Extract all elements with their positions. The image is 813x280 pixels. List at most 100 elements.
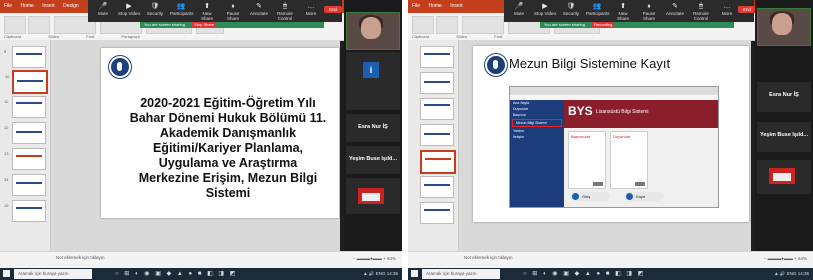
store-icon[interactable]: ◆ xyxy=(167,271,172,277)
zoom-icon[interactable]: ◨ xyxy=(218,271,224,277)
participant-tile[interactable]: Esra Nur İŞ xyxy=(346,114,400,142)
participant-tile[interactable] xyxy=(346,178,400,214)
current-slide[interactable]: Mezun Bilgi Sistemine Kayıt Ana Sayfa Du… xyxy=(473,46,749,222)
slide-thumbnail[interactable]: 9 xyxy=(4,46,46,68)
new-share-button[interactable]: ⬆ New Share xyxy=(196,2,218,21)
participant-tile[interactable]: Yeşim Buse Işıld... xyxy=(346,146,400,174)
slide-thumbnail[interactable] xyxy=(420,202,454,224)
tab-insert[interactable]: Insert xyxy=(42,3,55,9)
app-icon[interactable]: ◩ xyxy=(638,271,644,277)
app-icon[interactable]: ■ xyxy=(198,271,202,277)
remote-control-button[interactable]: 🖱 Remote Control xyxy=(690,2,712,21)
tab-home[interactable]: Home xyxy=(428,3,441,9)
more-button[interactable]: … More xyxy=(300,2,322,16)
end-button[interactable]: End xyxy=(324,6,342,13)
taskbar-search[interactable]: Aramak için buraya yazın xyxy=(14,269,92,279)
task-view-icon[interactable]: ⊞ xyxy=(124,271,129,277)
slide-title[interactable]: Mezun Bilgi Sistemine Kayıt xyxy=(509,56,670,71)
title-line: Eğitimi/Kariyer Planlama, xyxy=(152,141,304,155)
paste-button[interactable] xyxy=(412,16,434,34)
font-group[interactable] xyxy=(462,16,504,34)
new-share-button[interactable]: ⬆ New Share xyxy=(612,2,634,21)
slide-title[interactable]: 2020-2021 Eğitim-Öğretim Yılı Bahar Döne… xyxy=(125,96,331,201)
current-slide[interactable]: 2020-2021 Eğitim-Öğretim Yılı Bahar Döne… xyxy=(101,48,339,218)
slide-thumbnail[interactable]: 12 xyxy=(4,122,46,144)
participant-tile[interactable] xyxy=(757,160,811,194)
edge-icon[interactable]: ◐ xyxy=(543,271,547,277)
mute-button[interactable]: 🎤 Mute xyxy=(508,2,530,16)
store-icon[interactable]: ◆ xyxy=(575,271,580,277)
windows-start-icon[interactable] xyxy=(411,270,418,277)
notes-prompt[interactable]: Not eklemek için tıklayın xyxy=(56,255,105,260)
tab-file[interactable]: File xyxy=(412,3,420,9)
tab-home[interactable]: Home xyxy=(20,3,33,9)
tab-file[interactable]: File xyxy=(4,3,12,9)
participant-tile[interactable]: i xyxy=(346,52,400,110)
system-tray[interactable]: ▲ 🔊 ENG 14:35 xyxy=(774,271,809,277)
slide-canvas: 2020-2021 Eğitim-Öğretim Yılı Bahar Döne… xyxy=(51,40,340,252)
pause-share-button[interactable]: ⏸ Pause Share xyxy=(638,2,660,21)
edge-icon[interactable]: ◐ xyxy=(135,271,139,277)
powerpoint-icon[interactable]: ◧ xyxy=(207,271,213,277)
slide-thumbnail[interactable]: 13 xyxy=(4,148,46,170)
slide-thumbnail[interactable]: 11 xyxy=(4,96,46,118)
app-icon[interactable]: ◩ xyxy=(230,271,236,277)
explorer-icon[interactable]: ▣ xyxy=(155,271,161,277)
remote-control-button[interactable]: 🖱 Remote Control xyxy=(274,2,296,21)
mute-button[interactable]: 🎤 Mute xyxy=(92,2,114,16)
new-slide-button[interactable] xyxy=(436,16,458,34)
task-view-icon[interactable]: ⊞ xyxy=(532,271,537,277)
more-button[interactable]: … More xyxy=(716,2,738,16)
zoom-icon[interactable]: ◨ xyxy=(626,271,632,277)
thumb-number: 9 xyxy=(4,49,7,54)
app-icon[interactable]: ▲ xyxy=(177,271,183,277)
tab-insert[interactable]: Insert xyxy=(450,3,463,9)
annotate-button[interactable]: ✎ Annotate xyxy=(664,2,686,16)
app-icon[interactable]: ▲ xyxy=(585,271,591,277)
slide-thumbnail[interactable] xyxy=(420,124,454,146)
slide-thumbnail[interactable] xyxy=(420,72,454,94)
stop-video-button[interactable]: ▶ Stop Video xyxy=(534,2,556,16)
stop-share-button[interactable]: Stop Share xyxy=(192,22,217,27)
zoom-control[interactable]: − ▬▬▬●▬▬ + 64% xyxy=(764,256,807,261)
app-icon[interactable]: ■ xyxy=(606,271,610,277)
slide-thumbnail[interactable] xyxy=(420,46,454,68)
powerpoint-icon[interactable]: ◧ xyxy=(615,271,621,277)
slide-thumbnail-selected[interactable] xyxy=(420,150,456,174)
slide-thumbnail[interactable]: 15 xyxy=(4,200,46,222)
participant-tile[interactable]: Yeşim Buse Işıld... xyxy=(757,122,811,152)
paste-button[interactable] xyxy=(4,16,26,34)
windows-start-icon[interactable] xyxy=(3,270,10,277)
slide-thumbnail[interactable] xyxy=(420,98,454,120)
security-button[interactable]: 🛡 Security xyxy=(144,2,166,16)
new-slide-button[interactable] xyxy=(28,16,50,34)
participants-button[interactable]: 👥 Participants xyxy=(170,2,194,16)
slide-thumbnail[interactable] xyxy=(420,176,454,198)
card-title: Başvurular xyxy=(571,134,591,139)
participant-video-tile[interactable] xyxy=(346,12,400,50)
app-icon[interactable]: ● xyxy=(188,271,192,277)
security-button[interactable]: 🛡 Security xyxy=(560,2,582,16)
taskbar-search[interactable]: Aramak için buraya yazın xyxy=(422,269,500,279)
participant-tile[interactable]: Esra Nur İŞ xyxy=(757,82,811,112)
system-tray[interactable]: ▲ 🔊 ENG 14:35 xyxy=(363,271,398,277)
app-icon[interactable]: ● xyxy=(596,271,600,277)
tab-design[interactable]: Design xyxy=(63,3,79,9)
end-button[interactable]: End xyxy=(738,6,756,13)
stop-video-button[interactable]: ▶ Stop Video xyxy=(118,2,140,16)
card-title: Duyurular xyxy=(613,134,631,139)
pause-share-button[interactable]: ⏸ Pause Share xyxy=(222,2,244,21)
slide-thumbnail[interactable]: 14 xyxy=(4,174,46,196)
participants-button[interactable]: 👥 Participants xyxy=(586,2,610,16)
cortana-icon[interactable]: ○ xyxy=(115,271,119,277)
participant-video-tile[interactable] xyxy=(757,8,811,46)
chrome-icon[interactable]: ◉ xyxy=(144,271,149,277)
chrome-icon[interactable]: ◉ xyxy=(552,271,557,277)
control-label: New Share xyxy=(200,11,213,21)
annotate-button[interactable]: ✎ Annotate xyxy=(248,2,270,16)
zoom-control[interactable]: − ▬▬▬●▬▬ + 64% xyxy=(353,256,396,261)
cortana-icon[interactable]: ○ xyxy=(523,271,527,277)
slide-thumbnail-selected[interactable]: 10 xyxy=(5,70,48,94)
notes-prompt[interactable]: Not eklemek için tıklayın xyxy=(464,255,513,260)
explorer-icon[interactable]: ▣ xyxy=(563,271,569,277)
